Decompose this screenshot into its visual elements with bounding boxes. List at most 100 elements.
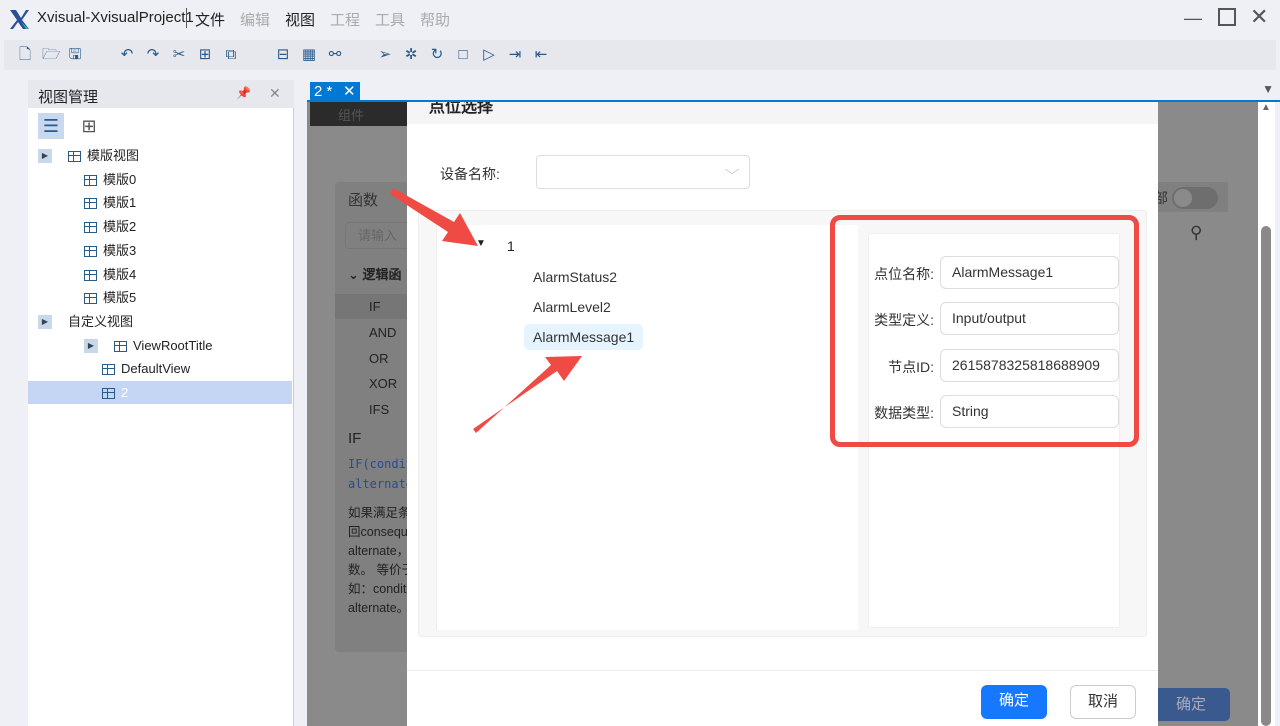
detail-code: IF(condit alternate [348, 454, 413, 494]
dialog-title: 点位选择 [429, 102, 494, 116]
function-search-input[interactable]: 请输入 [345, 222, 415, 249]
table-icon [84, 269, 97, 281]
tab-label: 2 * [314, 83, 333, 100]
tree-item-label: 模版2 [103, 219, 137, 235]
tree-item-label: 模版视图 [87, 148, 140, 163]
menu-view[interactable]: 视图 [285, 9, 315, 30]
tree-item[interactable]: 2 [28, 381, 292, 404]
tree-node[interactable]: AlarmMessage1 [524, 324, 644, 350]
open-folder-icon[interactable]: 🗁 [42, 46, 61, 64]
list-view-icon[interactable]: ☰ [38, 113, 64, 139]
import-icon[interactable]: ⇤ [532, 46, 550, 64]
functions-panel: 函数 请输入 ⌄ 逻辑函 IF AND OR XOR IFS IF IF(condit a… [335, 182, 415, 652]
text-line: 回consequ [348, 525, 408, 539]
tree-item[interactable]: DefaultView [28, 357, 292, 380]
toggle-row: 部 [1154, 182, 1228, 212]
tree-node[interactable]: AlarmLevel2 [524, 294, 620, 320]
maximize-icon[interactable] [1218, 8, 1236, 26]
deploy-icon[interactable]: ➢ [376, 46, 394, 64]
table-icon [84, 293, 97, 305]
text-line: 如果满足条 [348, 506, 411, 520]
tree-root[interactable]: 1 [507, 238, 515, 254]
function-item[interactable]: IFS [335, 397, 408, 422]
table-icon [102, 364, 115, 376]
tree-node[interactable]: AlarmStatus2 [524, 264, 626, 290]
tree-item[interactable]: ▶ 模版视图 [28, 144, 292, 167]
run-icon[interactable]: ▷ [480, 46, 498, 64]
menu-file[interactable]: 文件 [195, 9, 225, 30]
cancel-button[interactable]: 取消 [1070, 685, 1136, 719]
tree-item-label: 模版1 [103, 195, 137, 211]
tab-list-icon[interactable]: ▼ [1262, 82, 1274, 96]
dialog-header: 点位选择 [407, 102, 1158, 124]
panel-header: 视图管理 📌 ✕ [28, 80, 294, 108]
background-confirm-button[interactable]: 确定 [1158, 688, 1230, 721]
menu-edit[interactable]: 编辑 [240, 9, 270, 30]
grid-view-icon[interactable]: ⊞ [76, 113, 102, 139]
toolbar: 🗋 🗁 🖫 ↶ ↷ ✂ ⊞ ⧉ ⊟ ▦ ⚯ ➢ ✲ ↻ □ ▷ ⇥ ⇤ [4, 40, 1276, 70]
save-icon[interactable]: 🖫 [66, 46, 84, 64]
menu-tools[interactable]: 工具 [375, 9, 405, 30]
add-device-icon[interactable]: ⊟ [274, 46, 292, 64]
tab-strip: ▼ [307, 80, 1280, 102]
tree-item[interactable]: 模版0 [28, 168, 292, 191]
paste-icon[interactable]: ⧉ [222, 46, 240, 64]
table-icon [84, 222, 97, 234]
tree-item[interactable]: 模版4 [28, 263, 292, 286]
tab-2[interactable]: 2 * ✕ [310, 82, 360, 102]
debug-icon[interactable]: ✲ [402, 46, 420, 64]
scroll-thumb[interactable] [1261, 226, 1271, 726]
function-item[interactable]: AND [335, 320, 408, 345]
caret-down-icon[interactable]: ▼ [476, 238, 486, 249]
tree-item-label: 模版5 [103, 290, 137, 306]
menu-help[interactable]: 帮助 [420, 9, 450, 30]
cut-icon[interactable]: ✂ [170, 46, 188, 64]
minimize-icon[interactable]: — [1184, 8, 1202, 29]
view-manager-panel: 视图管理 📌 ✕ ☰ ⊞ ▶ 模版视图模版0 模版1 模版2 模版3 模版4 模版5 ▶ 自定义… [28, 80, 294, 726]
new-file-icon[interactable]: 🗋 [16, 46, 34, 64]
device-label: 设备名称: [440, 166, 500, 182]
add-link-icon[interactable]: ⚯ [326, 46, 344, 64]
detail-text: 如果满足条 回consequ alternate， 数。 等价于 如：condit alt… [348, 504, 414, 618]
toggle-switch[interactable] [1172, 187, 1218, 209]
expand-icon[interactable]: ▶ [38, 149, 52, 163]
panel-title: 视图管理 [38, 89, 99, 106]
tree-item[interactable]: 模版5 [28, 286, 292, 309]
tree-item-label: 模版4 [103, 266, 137, 282]
close-window-icon[interactable]: ✕ [1250, 4, 1268, 30]
tree-item[interactable]: 模版1 [28, 191, 292, 214]
refresh-icon[interactable]: ↻ [428, 46, 446, 64]
redo-icon[interactable]: ↷ [144, 46, 162, 64]
device-select[interactable]: ⌵ [536, 155, 750, 189]
stop-icon[interactable]: □ [454, 46, 472, 64]
tree-item[interactable]: 模版3 [28, 239, 292, 262]
tree-item-label: 模版0 [103, 171, 137, 187]
tree-item[interactable]: ▶ 自定义视图 [28, 310, 292, 333]
tree-item-label: ViewRootTitle [133, 337, 213, 353]
table-icon [84, 198, 97, 210]
search-icon[interactable]: ⚲ [1190, 223, 1202, 243]
tree-item[interactable]: 模版2 [28, 215, 292, 238]
expand-icon[interactable]: ▶ [38, 314, 52, 329]
tree-item-label: 自定义视图 [68, 313, 134, 329]
function-group[interactable]: ⌄ 逻辑函 [348, 264, 402, 283]
undo-icon[interactable]: ↶ [118, 46, 136, 64]
function-item[interactable]: XOR [335, 371, 408, 396]
close-panel-icon[interactable]: ✕ [269, 85, 281, 102]
function-item[interactable]: OR [335, 346, 408, 371]
scroll-up-icon[interactable]: ▲ [1261, 102, 1271, 113]
text-line: 数。 等价于 [348, 563, 414, 577]
components-tab[interactable]: 组件 [310, 102, 407, 126]
text-line: 如：condit [348, 582, 407, 596]
ok-button[interactable]: 确定 [981, 685, 1047, 719]
pin-icon[interactable]: 📌 [236, 86, 251, 100]
scrollbar[interactable]: ▲ [1258, 102, 1275, 726]
export-icon[interactable]: ⇥ [506, 46, 524, 64]
function-item[interactable]: IF [335, 294, 408, 319]
close-tab-icon[interactable]: ✕ [343, 82, 356, 102]
add-point-icon[interactable]: ▦ [300, 46, 318, 64]
menu-project[interactable]: 工程 [330, 9, 360, 30]
expand-icon[interactable]: ▶ [84, 338, 98, 353]
tree-item[interactable]: ▶ ViewRootTitle [28, 334, 292, 357]
copy-icon[interactable]: ⊞ [196, 46, 214, 64]
